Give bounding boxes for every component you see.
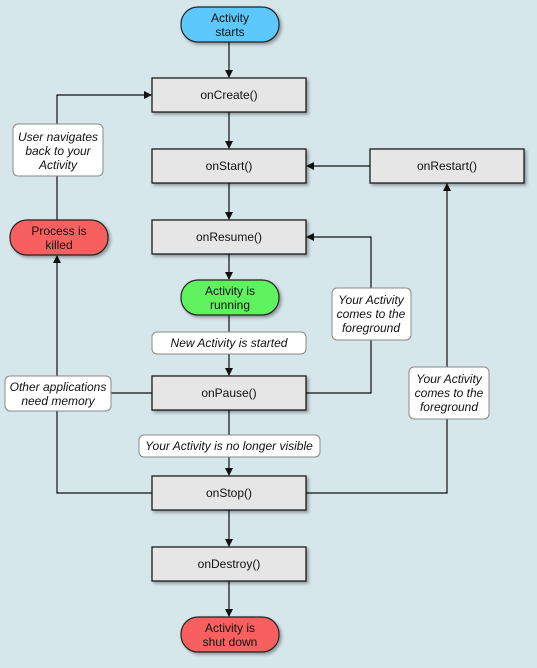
callback-onpause: onPause() — [151, 375, 307, 411]
label: Activity — [211, 11, 249, 25]
label: onDestroy() — [198, 557, 261, 571]
label: comes to the — [415, 386, 484, 400]
label: Your Activity — [416, 372, 483, 386]
label: comes to the — [337, 307, 406, 321]
label: onPause() — [201, 386, 256, 400]
label: killed — [45, 238, 72, 252]
label: Activity — [38, 158, 78, 172]
note-comes-to-foreground-2: Your Activity comes to the foreground — [408, 366, 490, 420]
label: onCreate() — [200, 88, 257, 102]
label: onStart() — [206, 159, 253, 173]
label: Process is — [31, 224, 86, 238]
label: onResume() — [196, 230, 262, 244]
label: foreground — [342, 321, 400, 335]
callback-onstop: onStop() — [151, 475, 307, 511]
label: onRestart() — [417, 159, 477, 173]
label: foreground — [420, 400, 478, 414]
note-no-longer-visible: Your Activity is no longer visible — [138, 434, 321, 458]
label: shut down — [203, 635, 258, 649]
label: back to your — [25, 144, 91, 158]
callback-onstart: onStart() — [151, 148, 307, 184]
note-new-activity-started: New Activity is started — [151, 331, 307, 355]
label: User navigates — [18, 130, 98, 144]
callback-ondestroy: onDestroy() — [151, 546, 307, 582]
state-activity-starts: Activity starts — [180, 6, 280, 43]
label: starts — [215, 25, 244, 39]
callback-oncreate: onCreate() — [151, 77, 307, 113]
label: New Activity is started — [171, 336, 288, 350]
label: Your Activity — [338, 293, 405, 307]
note-comes-to-foreground-1: Your Activity comes to the foreground — [331, 287, 412, 341]
state-activity-running: Activity is running — [180, 279, 280, 316]
callback-onrestart: onRestart() — [369, 148, 525, 184]
label: Other applications — [10, 380, 107, 394]
state-activity-shut-down: Activity is shut down — [180, 616, 280, 653]
label: onStop() — [206, 486, 252, 500]
label: Activity is — [205, 284, 255, 298]
callback-onresume: onResume() — [151, 219, 307, 255]
activity-lifecycle-diagram: Activity starts Activity is running Proc… — [0, 0, 537, 668]
label: running — [210, 298, 250, 312]
state-process-killed: Process is killed — [9, 219, 109, 256]
note-user-navigates-back: User navigates back to your Activity — [12, 123, 104, 177]
label: Your Activity is no longer visible — [145, 439, 313, 453]
note-other-apps-need-memory: Other applications need memory — [4, 375, 112, 412]
label: need memory — [21, 394, 95, 408]
label: Activity is — [205, 621, 255, 635]
